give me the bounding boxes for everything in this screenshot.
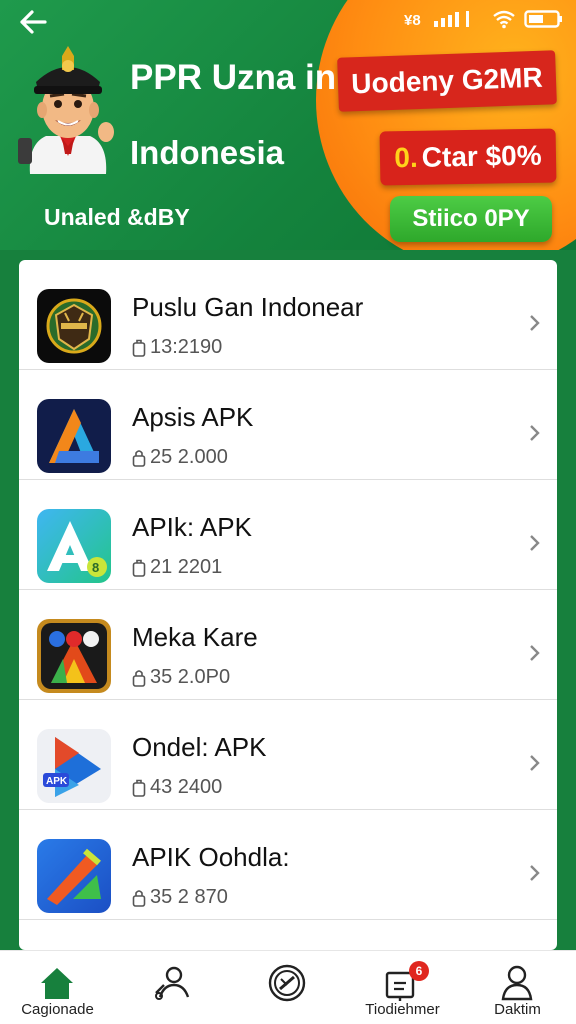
app-a-white-icon: 8: [37, 509, 111, 583]
app-meta-value: 35 2 870: [150, 886, 228, 908]
svg-text:APK: APK: [46, 776, 68, 787]
battery-icon: [524, 10, 562, 28]
nav-inbox-label: Tiodiehmer: [365, 1001, 440, 1018]
download-count-icon: [132, 779, 146, 797]
shield-icon: [268, 964, 306, 1002]
lock-icon: [132, 889, 146, 907]
promo-sale-text: Ctar $0%: [421, 139, 542, 173]
notification-badge: 6: [409, 961, 429, 981]
promo-sale-prefix: 0.: [394, 141, 419, 174]
app-name: Puslu Gan Indonear: [132, 292, 364, 322]
app-meta-value: 43 2400: [150, 776, 223, 798]
header-title-line1: PPR Uzna in: [130, 58, 337, 97]
police-badge-icon: [37, 289, 111, 363]
app-list: Puslu Gan Indonear 13:2190 Apsis APK 25 …: [19, 260, 557, 950]
nav-inbox[interactable]: 6 Tiodiehmer: [345, 951, 460, 1024]
home-icon: [41, 968, 73, 999]
chevron-right-icon: [530, 425, 540, 441]
app-name: Ondel: APK: [132, 732, 267, 762]
lock-icon: [132, 669, 146, 687]
app-name: Apsis APK: [132, 402, 254, 432]
download-count-icon: [132, 339, 146, 357]
app-meta-value: 35 2.0P0: [150, 666, 231, 688]
app-meta-value: 21 2201: [150, 556, 223, 578]
brush-app-icon: [37, 839, 111, 913]
header-title-line2: Indonesia: [130, 134, 285, 171]
nav-profile-label: Daktim: [494, 1001, 541, 1018]
app-meta: 43 2400: [132, 776, 222, 799]
nav-shield[interactable]: [230, 951, 345, 1024]
app-meta: 13:2190: [132, 336, 222, 359]
nav-profile[interactable]: Daktim: [460, 951, 575, 1024]
chevron-right-icon: [530, 645, 540, 661]
app-meta: 35 2.0P0: [132, 666, 230, 689]
play-arrow-icon: APK: [37, 729, 111, 803]
people-icon: [155, 966, 190, 1000]
app-a-blue-icon: [37, 399, 111, 473]
svg-text:¥8: ¥8: [404, 12, 421, 29]
app-meta: 21 2201: [132, 556, 222, 579]
list-item[interactable]: APIK Oohdla: 35 2 870: [19, 810, 557, 920]
status-bar: ¥8: [404, 7, 564, 31]
signal-icon: ¥8: [404, 11, 469, 29]
bottom-navigation: Cagionade 6 Tiodiehmer Daktim: [0, 950, 576, 1024]
wifi-icon: [493, 10, 515, 29]
header-subtitle: Unaled &dBY: [44, 204, 190, 230]
app-name: APIk: APK: [132, 512, 252, 542]
app-meta-value: 25 2.000: [150, 446, 228, 468]
list-item[interactable]: Apsis APK 25 2.000: [19, 370, 557, 480]
app-meta-value: 13:2190: [150, 336, 223, 358]
lock-icon: [132, 449, 146, 467]
app-name: APIK Oohdla:: [132, 842, 290, 872]
chevron-right-icon: [530, 865, 540, 881]
header-banner: ¥8 PPR Uzna in Indonesia Unaled &dBY Uod…: [0, 0, 576, 290]
profile-icon: [501, 965, 533, 1001]
nav-people[interactable]: [115, 951, 230, 1024]
list-item[interactable]: Puslu Gan Indonear 13:2190: [19, 260, 557, 370]
svg-text:8: 8: [92, 560, 99, 575]
promo-sale-badge[interactable]: 0. Ctar $0%: [379, 128, 557, 186]
chevron-right-icon: [530, 535, 540, 551]
nav-home[interactable]: Cagionade: [0, 951, 115, 1024]
app-meta: 25 2.000: [132, 446, 228, 469]
app-meta: 35 2 870: [132, 886, 228, 909]
chevron-right-icon: [530, 755, 540, 771]
colorful-game-icon: [37, 619, 111, 693]
list-item[interactable]: APK Ondel: APK 43 2400: [19, 700, 557, 810]
list-item[interactable]: Meka Kare 35 2.0P0: [19, 590, 557, 700]
back-arrow-icon[interactable]: [18, 8, 50, 36]
promo-banner[interactable]: Uodeny G2MR: [337, 50, 557, 112]
app-name: Meka Kare: [132, 622, 258, 652]
police-mascot-image: [18, 34, 118, 174]
list-item[interactable]: 8 APIk: APK 21 2201: [19, 480, 557, 590]
download-count-icon: [132, 559, 146, 577]
chevron-right-icon: [530, 315, 540, 331]
cta-button[interactable]: Stiico 0PY: [390, 196, 552, 242]
nav-home-label: Cagionade: [21, 1001, 94, 1018]
